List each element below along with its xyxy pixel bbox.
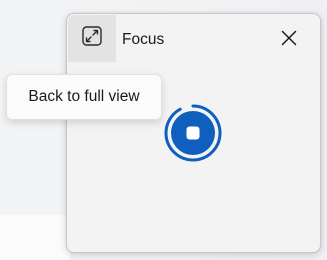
close-button[interactable] <box>276 27 302 53</box>
stop-session-graphic <box>164 104 222 162</box>
tooltip-text: Back to full view <box>28 88 140 105</box>
tooltip: Back to full view <box>6 74 162 120</box>
desktop-background-lower <box>0 215 70 260</box>
back-to-full-view-button[interactable] <box>68 15 116 62</box>
close-icon <box>280 29 298 52</box>
stop-icon <box>186 126 200 140</box>
stop-session-button[interactable] <box>162 102 224 164</box>
window-title: Focus <box>122 31 165 48</box>
focus-session-window: Focus <box>66 13 321 253</box>
compact-mode-restore-icon <box>81 25 103 52</box>
